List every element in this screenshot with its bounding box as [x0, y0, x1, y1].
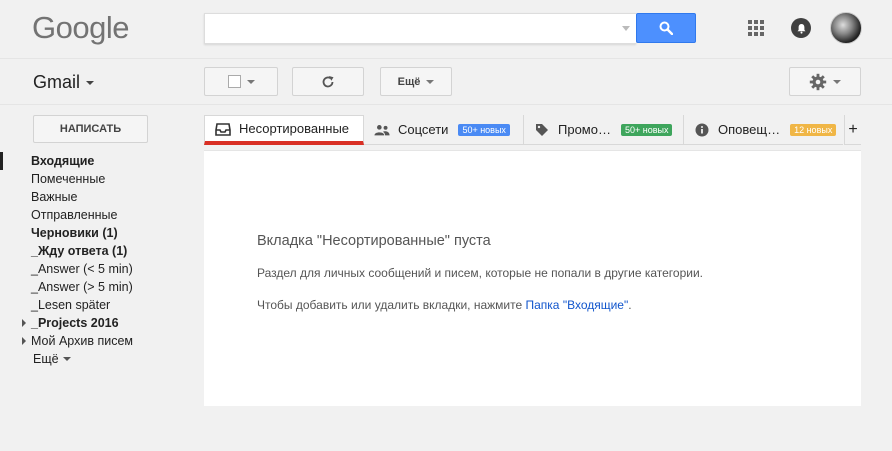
expand-arrow-icon[interactable] [22, 319, 26, 327]
select-all-button[interactable] [204, 67, 278, 96]
notifications-bell-icon[interactable] [791, 18, 811, 38]
refresh-icon [322, 75, 334, 87]
message-list-panel: Вкладка "Несортированные" пуста Раздел д… [204, 150, 861, 406]
sidebar-more[interactable]: Ещё [0, 350, 200, 368]
sidebar-item-label: Помеченные [31, 172, 106, 186]
sidebar-item-label: _Lesen später [31, 298, 111, 312]
sidebar-item-archive[interactable]: Мой Архив писем [0, 332, 200, 350]
chevron-down-icon [426, 79, 435, 84]
chevron-down-icon [86, 80, 95, 85]
sidebar-item-lesen-spaeter[interactable]: _Lesen später [0, 296, 200, 314]
sidebar-item-label: _Жду ответа (1) [31, 244, 128, 258]
checkbox-icon [227, 75, 241, 88]
tab-promotions[interactable]: Промо… 50+ новых [523, 115, 683, 145]
tab-label: Оповещ… [718, 122, 781, 137]
more-actions-button[interactable]: Ещё [380, 67, 452, 96]
sidebar-item-drafts[interactable]: Черновики (1) [0, 224, 200, 242]
apps-grid-icon[interactable] [748, 20, 764, 36]
sidebar-item-label: _Answer (< 5 min) [31, 262, 133, 276]
sidebar-item-label: _Answer (> 5 min) [31, 280, 133, 294]
tab-label: Соцсети [398, 122, 449, 137]
top-header: Google [0, 0, 892, 58]
gmail-app-switcher[interactable]: Gmail [33, 72, 95, 93]
sidebar-item-label: _Projects 2016 [31, 316, 119, 330]
chevron-down-icon [833, 79, 841, 84]
tab-label: Промо… [558, 122, 611, 137]
empty-state-title: Вкладка "Несортированные" пуста [257, 233, 491, 249]
search-icon [659, 21, 673, 35]
inbox-settings-link[interactable]: Папка "Входящие" [526, 298, 629, 312]
sidebar-more-label: Ещё [33, 352, 59, 366]
sidebar-item-starred[interactable]: Помеченные [0, 170, 200, 188]
header-divider [0, 58, 892, 59]
tab-social[interactable]: Соцсети 50+ новых [364, 115, 523, 145]
gear-icon [809, 73, 827, 90]
sidebar-item-awaiting-reply[interactable]: _Жду ответа (1) [0, 242, 200, 260]
sidebar-item-answer-gt5[interactable]: _Answer (> 5 min) [0, 278, 200, 296]
chevron-down-icon [246, 79, 255, 84]
sidebar-item-label: Отправленные [31, 208, 118, 222]
chevron-down-icon [62, 357, 71, 361]
search-options-dropdown-icon[interactable] [622, 26, 630, 31]
category-tabs: Несортированные Соцсети 50+ новых Промо…… [204, 115, 861, 145]
toolbar-divider [0, 104, 892, 105]
sidebar-item-label: Мой Архив писем [31, 334, 134, 348]
search-input[interactable] [204, 13, 636, 44]
people-icon [374, 122, 390, 138]
add-tab-button[interactable]: + [844, 115, 861, 145]
sidebar-item-label: Важные [31, 190, 78, 204]
search-button[interactable] [636, 13, 696, 43]
account-avatar[interactable] [830, 12, 862, 44]
sidebar-item-label: Входящие [31, 154, 95, 168]
empty-state-hint: Чтобы добавить или удалить вкладки, нажм… [257, 298, 632, 312]
sidebar-item-sent[interactable]: Отправленные [0, 206, 200, 224]
info-icon [694, 122, 710, 138]
new-count-badge: 50+ новых [458, 123, 510, 136]
tab-label: Несортированные [239, 121, 350, 136]
refresh-button[interactable] [292, 67, 364, 96]
new-count-badge: 50+ новых [620, 123, 673, 136]
sidebar-item-label: Черновики (1) [31, 226, 118, 240]
folder-nav: Входящие Помеченные Важные Отправленные … [0, 152, 200, 368]
google-logo[interactable]: Google [32, 10, 129, 46]
more-label: Ещё [397, 75, 421, 88]
tag-icon [534, 122, 550, 138]
new-count-badge: 12 новых [790, 123, 837, 136]
hint-end: . [628, 298, 632, 312]
bell-icon [797, 23, 805, 34]
settings-button[interactable] [789, 67, 861, 96]
app-label: Gmail [33, 72, 81, 92]
sidebar-item-projects-2016[interactable]: _Projects 2016 [0, 314, 200, 332]
hint-text: Чтобы добавить или удалить вкладки, нажм… [257, 298, 526, 312]
empty-state-description: Раздел для личных сообщений и писем, кот… [257, 266, 703, 280]
compose-button[interactable]: НАПИСАТЬ [33, 115, 148, 143]
inbox-icon [215, 121, 231, 137]
tab-updates[interactable]: Оповещ… 12 новых [683, 115, 843, 145]
sidebar-item-important[interactable]: Важные [0, 188, 200, 206]
expand-arrow-icon[interactable] [22, 337, 26, 345]
sidebar-item-inbox[interactable]: Входящие [0, 152, 200, 170]
tab-primary[interactable]: Несортированные [204, 115, 364, 145]
sidebar-item-answer-lt5[interactable]: _Answer (< 5 min) [0, 260, 200, 278]
